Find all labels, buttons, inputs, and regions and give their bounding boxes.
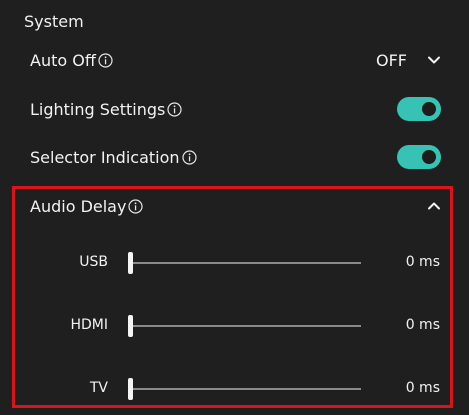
lighting-settings-label: Lighting Settings xyxy=(30,99,166,119)
lighting-settings-toggle[interactable] xyxy=(397,97,441,121)
usb-slider-label: USB xyxy=(79,254,108,270)
hdmi-slider-label: HDMI xyxy=(70,317,108,333)
audio-delay-header[interactable]: Audio Delay xyxy=(30,191,441,221)
audio-delay-label-group: Audio Delay xyxy=(30,196,144,216)
hdmi-slider-track[interactable] xyxy=(130,325,361,327)
tv-slider-value: 0 ms xyxy=(405,380,440,396)
auto-off-row: Auto Off OFF xyxy=(30,45,441,75)
lighting-settings-label-group: Lighting Settings xyxy=(30,100,182,119)
selector-indication-label-group: Selector Indication xyxy=(30,148,197,167)
toggle-knob xyxy=(422,150,436,164)
auto-off-label: Auto Off xyxy=(30,50,96,70)
hdmi-delay-slider-row: HDMI 0 ms xyxy=(40,314,441,338)
section-title: System xyxy=(24,12,84,31)
selector-indication-label: Selector Indication xyxy=(30,147,180,167)
audio-delay-label: Audio Delay xyxy=(30,196,127,216)
info-icon[interactable] xyxy=(167,101,182,117)
usb-delay-slider-row: USB 0 ms xyxy=(40,251,441,275)
hdmi-slider-thumb[interactable] xyxy=(128,315,133,337)
info-icon[interactable] xyxy=(128,198,144,214)
chevron-down-icon[interactable] xyxy=(427,53,441,67)
usb-slider-track[interactable] xyxy=(130,262,361,264)
info-icon[interactable] xyxy=(181,149,197,165)
usb-slider-thumb[interactable] xyxy=(128,252,133,274)
tv-slider-thumb[interactable] xyxy=(128,378,133,400)
tv-delay-slider-row: TV 0 ms xyxy=(40,377,441,401)
toggle-knob xyxy=(422,102,436,116)
selector-indication-row: Selector Indication xyxy=(30,142,441,172)
auto-off-value: OFF xyxy=(376,50,407,70)
auto-off-select[interactable]: OFF xyxy=(376,51,441,70)
lighting-settings-row: Lighting Settings xyxy=(30,94,441,124)
selector-indication-toggle[interactable] xyxy=(397,145,441,169)
chevron-up-icon[interactable] xyxy=(427,199,441,213)
info-icon[interactable] xyxy=(98,52,113,68)
auto-off-label-group: Auto Off xyxy=(30,51,113,70)
tv-slider-track[interactable] xyxy=(130,388,361,390)
hdmi-slider-value: 0 ms xyxy=(405,317,440,333)
tv-slider-label: TV xyxy=(89,380,108,396)
usb-slider-value: 0 ms xyxy=(405,254,440,270)
